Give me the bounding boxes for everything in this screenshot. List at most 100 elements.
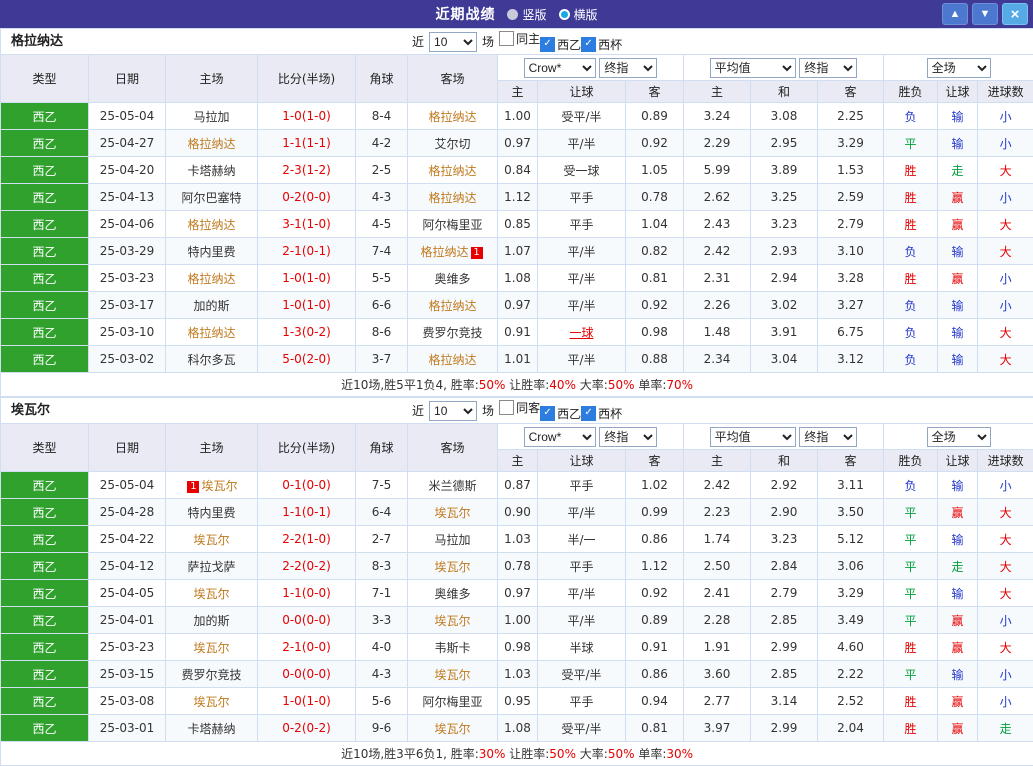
summary-part: 单率: [635,378,667,392]
scope-select[interactable]: 全场 [927,58,991,78]
handicap-odds-home: 0.85 [498,211,538,238]
away-team: 埃瓦尔 [408,607,498,634]
summary-part: 30% [666,747,693,761]
avg-odds-home: 2.42 [684,472,751,499]
recent-label-suffix: 场 [482,33,494,50]
radio-label: 竖版 [522,6,546,23]
odds-company-select[interactable]: Crow* [524,58,596,78]
checkbox-icon[interactable] [499,400,514,415]
filter-checkbox[interactable]: ✓西杯 [581,405,622,422]
filter-checkbox[interactable]: 同主 [499,30,540,47]
handicap-outcome: 输 [938,103,978,130]
home-team: 格拉纳达 [166,211,258,238]
handicap-outcome: 赢 [938,211,978,238]
avg-odds-select[interactable]: 平均值 [710,58,796,78]
handicap-line: 平/半 [538,130,626,157]
scope-select[interactable]: 全场 [927,427,991,447]
handicap-odds-group: Crow* 终指 [498,424,684,450]
result-outcome: 胜 [884,715,938,742]
match-score: 1-0(1-0) [258,265,356,292]
match-row: 西乙25-04-22埃瓦尔2-2(1-0)2-7马拉加1.03半/一0.861.… [1,526,1033,553]
radio-horizontal-layout[interactable]: 横版 [559,6,598,23]
team-name-text: 埃瓦尔 [434,722,470,736]
recent-count-select[interactable]: 10 [429,32,477,52]
team-name-text: 格拉纳达 [187,137,235,151]
filter-checkbox[interactable]: ✓西杯 [581,36,622,53]
filter-checkbox[interactable]: ✓西乙 [540,36,581,53]
result-outcome: 负 [884,319,938,346]
checkbox-icon[interactable]: ✓ [540,37,555,52]
odds-stage-select[interactable]: 终指 [599,427,657,447]
handicap-odds-away: 0.89 [626,607,684,634]
handicap-odds-home: 1.01 [498,346,538,373]
handicap-outcome: 走 [938,553,978,580]
avg-odds-home: 2.41 [684,580,751,607]
league-type: 西乙 [1,292,89,319]
avg-odds-home: 2.28 [684,607,751,634]
page-title: 近期战绩 [435,4,495,24]
summary-part: 70% [666,378,693,392]
summary-part: 50% [479,378,506,392]
radio-icon[interactable] [507,9,518,20]
move-down-button[interactable]: ▼ [972,3,998,25]
avg-odds-draw: 2.99 [751,634,818,661]
checkbox-label: 西杯 [598,405,622,422]
avg-odds-away: 3.27 [818,292,884,319]
team-name-text: 加的斯 [193,614,229,628]
checkbox-icon[interactable] [499,31,514,46]
avg-odds-draw: 2.99 [751,715,818,742]
filter-checkbox[interactable]: 同客 [499,399,540,416]
odds-company-select[interactable]: Crow* [524,427,596,447]
team-name-text: 阿尔巴塞特 [181,191,241,205]
result-outcome: 胜 [884,211,938,238]
col-header-handicap-result: 让球 [938,450,978,472]
handicap-outcome: 输 [938,346,978,373]
radio-icon[interactable] [559,9,570,20]
league-type: 西乙 [1,103,89,130]
col-header-result: 胜负 [884,81,938,103]
avg-odds-draw: 3.23 [751,211,818,238]
home-team: 格拉纳达 [166,130,258,157]
handicap-odds-home: 1.08 [498,715,538,742]
checkbox-icon[interactable]: ✓ [540,406,555,421]
checkbox-icon[interactable]: ✓ [581,406,596,421]
match-score: 0-0(0-0) [258,607,356,634]
avg-stage-select[interactable]: 终指 [799,427,857,447]
avg-stage-select[interactable]: 终指 [799,58,857,78]
avg-odds-home: 3.97 [684,715,751,742]
avg-odds-away: 4.60 [818,634,884,661]
match-row: 西乙25-03-10格拉纳达1-3(0-2)8-6费罗尔竞技0.91一球0.98… [1,319,1033,346]
away-team: 埃瓦尔 [408,553,498,580]
recent-count-select[interactable]: 10 [429,401,477,421]
avg-odds-draw: 3.04 [751,346,818,373]
result-outcome: 平 [884,607,938,634]
match-date: 25-04-28 [89,499,166,526]
match-row: 西乙25-05-04马拉加1-0(1-0)8-4格拉纳达1.00受平/半0.89… [1,103,1033,130]
home-team: 埃瓦尔 [166,526,258,553]
match-date: 25-03-01 [89,715,166,742]
match-date: 25-04-05 [89,580,166,607]
checkbox-icon[interactable]: ✓ [581,37,596,52]
home-team: 卡塔赫纳 [166,157,258,184]
avg-odds-home: 5.99 [684,157,751,184]
radio-vertical-layout[interactable]: 竖版 [507,6,546,23]
avg-odds-draw: 2.90 [751,499,818,526]
match-date: 25-04-22 [89,526,166,553]
team-name-text: 格拉纳达 [428,353,476,367]
away-team: 格拉纳达 [408,292,498,319]
move-up-button[interactable]: ▲ [942,3,968,25]
odds-stage-select[interactable]: 终指 [599,58,657,78]
avg-odds-select[interactable]: 平均值 [710,427,796,447]
goals-outcome: 小 [978,661,1033,688]
match-date: 25-03-29 [89,238,166,265]
team-name-text: 萨拉戈萨 [187,560,235,574]
goals-outcome: 大 [978,319,1033,346]
league-type: 西乙 [1,607,89,634]
team-name-text: 特内里费 [187,245,235,259]
section-header-row: 格拉纳达 近 10 场 同主✓西乙✓西杯 [1,29,1033,55]
filter-checkbox[interactable]: ✓西乙 [540,405,581,422]
team-name-text: 格拉纳达 [428,110,476,124]
summary-part: 大率: [576,378,608,392]
close-button[interactable]: × [1002,3,1028,25]
team-name-text: 埃瓦尔 [193,695,229,709]
